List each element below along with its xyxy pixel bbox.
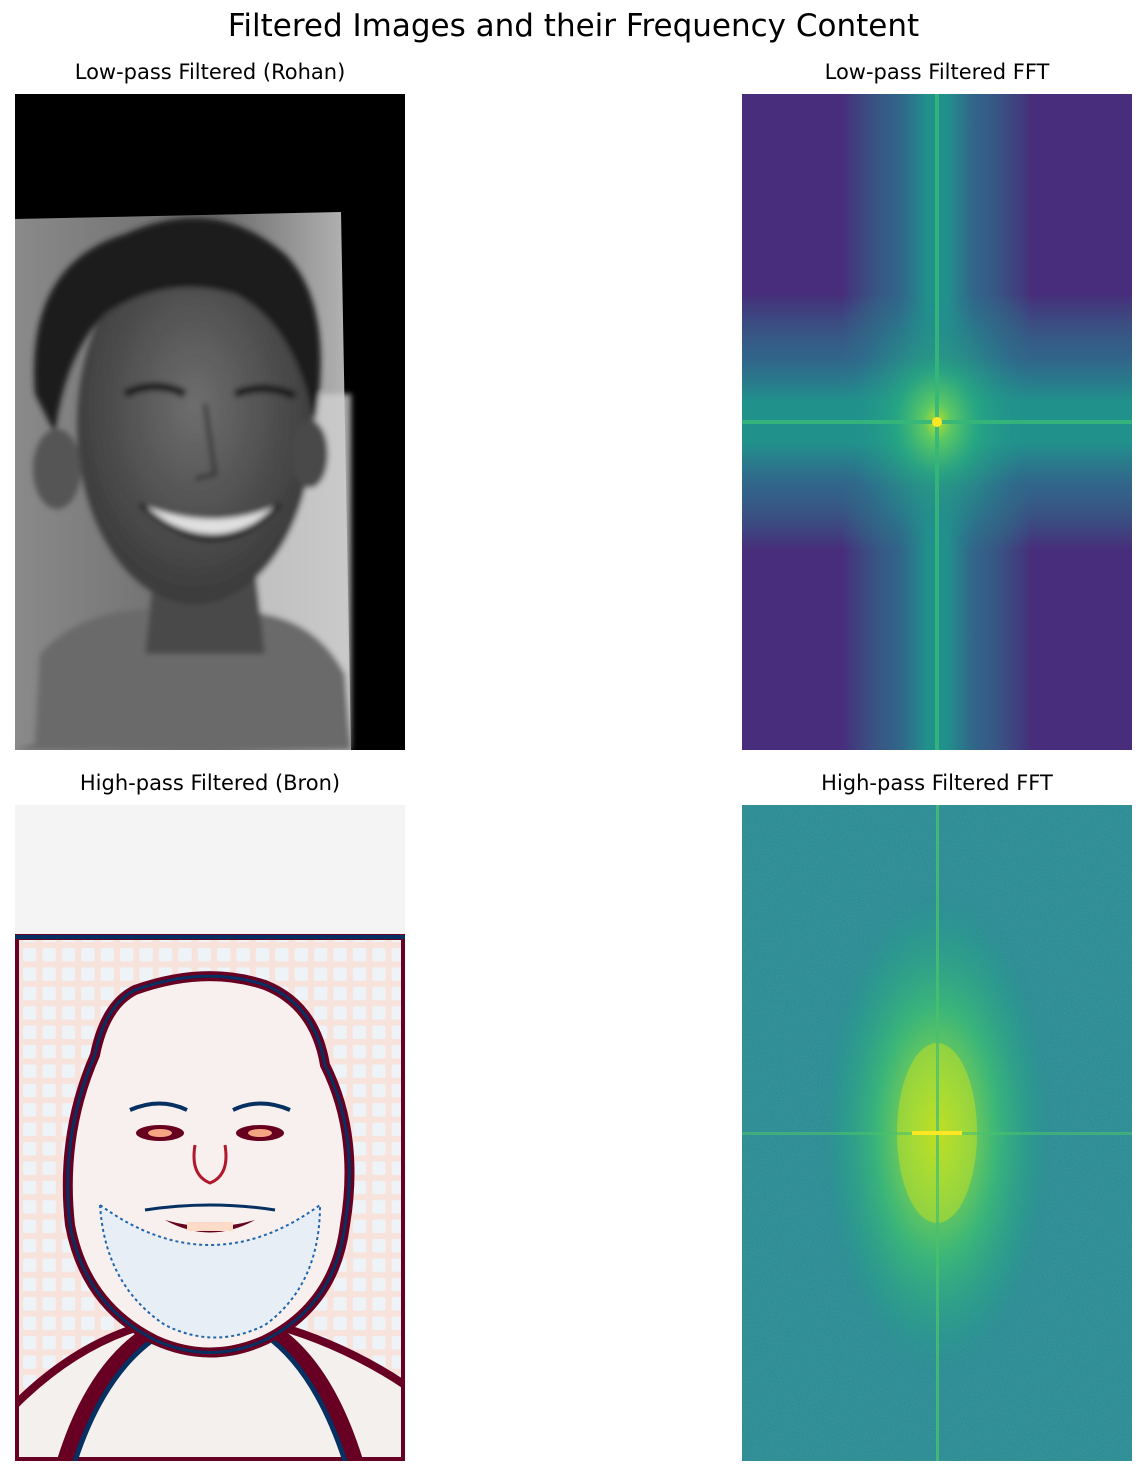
- low-pass-fft-heatmap: [742, 94, 1132, 750]
- panel-title-low-pass-image: Low-pass Filtered (Rohan): [74, 60, 346, 84]
- high-pass-image: [15, 805, 405, 1461]
- figure-title: Filtered Images and their Frequency Cont…: [227, 8, 920, 44]
- low-pass-image: [15, 94, 405, 750]
- panel-title-high-pass-fft: High-pass Filtered FFT: [821, 771, 1053, 795]
- low-pass-fft-panel: [742, 94, 1132, 750]
- high-pass-image-panel: [15, 805, 405, 1461]
- high-pass-fft-panel: [742, 805, 1132, 1461]
- high-pass-fft-heatmap: [742, 805, 1132, 1461]
- panel-title-low-pass-fft: Low-pass Filtered FFT: [824, 60, 1050, 84]
- low-pass-image-panel: [15, 94, 405, 750]
- panel-title-high-pass-image: High-pass Filtered (Bron): [79, 771, 341, 795]
